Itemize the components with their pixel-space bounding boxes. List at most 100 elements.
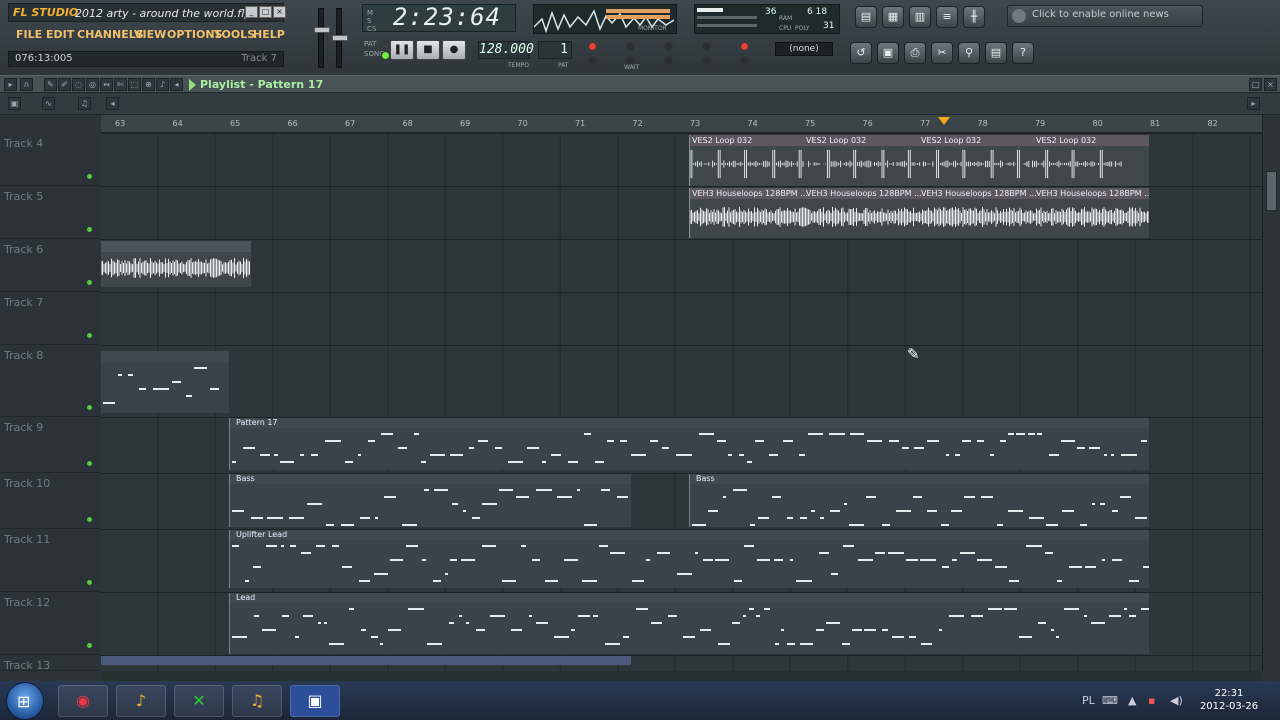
step-sequencer-button[interactable]: ▦ (882, 6, 904, 28)
menu-file[interactable]: FILE (16, 28, 42, 41)
undo-button[interactable]: ↺ (850, 42, 872, 64)
option-led-7[interactable] (702, 56, 711, 65)
track-mute-led[interactable] (87, 174, 92, 179)
track-header[interactable]: Track 4 (0, 133, 100, 186)
taskbar-app[interactable]: ▣ (290, 685, 340, 717)
tray-expand-icon[interactable]: ▲ (1128, 694, 1136, 707)
option-led-8[interactable] (740, 42, 749, 51)
render-button[interactable]: ⎙ (904, 42, 926, 64)
zoom-tool-button[interactable]: ⊕ (142, 78, 155, 91)
scroll-left-button[interactable]: ◂ (170, 78, 183, 91)
track-mode-button[interactable]: ∿ (42, 97, 55, 110)
master-volume-slider[interactable] (314, 8, 330, 68)
playlist-restore-button[interactable]: □ (1249, 78, 1262, 91)
playlist-title[interactable]: Playlist - Pattern 17 (200, 78, 323, 91)
taskbar-fl-studio-2[interactable]: ♫ (232, 685, 282, 717)
clip-ves2-loop[interactable]: VES2 Loop 032 VES2 Loop 032 VES2 Loop 03… (689, 135, 1149, 186)
mixer-button[interactable]: ╫ (963, 6, 985, 28)
track-header[interactable]: Track 9 (0, 417, 100, 473)
pattern-number[interactable]: 1 (538, 41, 572, 59)
draw-tool-button[interactable]: ✎ (44, 78, 57, 91)
vertical-scrollbar[interactable] (1262, 115, 1280, 671)
snap-selector[interactable]: (none) (775, 42, 833, 56)
taskbar-chrome[interactable]: ◉ (58, 685, 108, 717)
paint-tool-button[interactable]: ✐ (58, 78, 71, 91)
clip-pattern-17[interactable]: Pattern 17 (229, 417, 1149, 470)
scroll-prev-button[interactable]: ◂ (106, 97, 119, 110)
clip-uplifter-lead[interactable]: Uplifter Lead (229, 529, 1149, 588)
network-icon[interactable]: ▪ (1148, 694, 1155, 707)
timeline-ruler[interactable]: 63 64 65 66 67 68 69 70 71 72 73 74 75 76 77 78 79 80 81 82 (101, 115, 1262, 133)
track-mute-led[interactable] (87, 643, 92, 648)
start-button[interactable]: ⊞ (6, 682, 44, 720)
restore-button[interactable]: □ (259, 6, 272, 18)
playback-tool-button[interactable]: ♪ (156, 78, 169, 91)
clip-track8-pattern[interactable] (101, 351, 229, 413)
playlist-menu-button[interactable]: ▸ (4, 78, 17, 91)
track-header[interactable]: Track 6 (0, 239, 100, 292)
clip-sweep-audio[interactable] (101, 241, 251, 287)
menu-help[interactable]: HELP (253, 28, 285, 41)
slice-tool-button[interactable]: ✄ (114, 78, 127, 91)
song-time-display[interactable]: M S CS 2:23:64 (362, 3, 516, 33)
vertical-scroll-thumb[interactable] (1266, 171, 1277, 211)
clip-bass-1[interactable]: Bass (229, 473, 631, 527)
note-button[interactable]: ♫ (78, 97, 91, 110)
track-mute-led[interactable] (87, 280, 92, 285)
help-button[interactable]: ? (1012, 42, 1034, 64)
playback-position-marker[interactable] (938, 117, 950, 125)
save-button[interactable]: ▣ (877, 42, 899, 64)
tempo-display[interactable]: 128.000 (478, 41, 534, 59)
close-button[interactable]: × (273, 6, 286, 18)
taskbar-fl-studio[interactable]: ♪ (116, 685, 166, 717)
track-header[interactable]: Track 11 (0, 529, 100, 592)
play-button[interactable]: ❚❚ (390, 40, 414, 60)
volume-icon[interactable]: ◀) (1170, 694, 1183, 707)
track-mute-led[interactable] (87, 333, 92, 338)
zoom-button[interactable]: ⚲ (958, 42, 980, 64)
option-led-6[interactable] (702, 42, 711, 51)
track-header[interactable]: Track 12 (0, 592, 100, 655)
playlist-close-button[interactable]: × (1264, 78, 1277, 91)
cut-button[interactable]: ✂ (931, 42, 953, 64)
option-led-4[interactable] (664, 42, 673, 51)
snap-button[interactable]: ∩ (20, 78, 33, 91)
master-pitch-slider[interactable] (332, 8, 348, 68)
select-tool-button[interactable]: ⬚ (128, 78, 141, 91)
menu-tools[interactable]: TOOLS (214, 28, 255, 41)
minimize-button[interactable]: _ (245, 6, 258, 18)
song-mode-led[interactable] (381, 51, 390, 60)
taskbar-clock[interactable]: 22:31 2012-03-26 (1198, 687, 1260, 713)
track-mute-led[interactable] (87, 405, 92, 410)
piano-roll-button[interactable]: ▥ (909, 6, 931, 28)
fl-logo[interactable]: FL STUDIO (13, 6, 78, 19)
project-info-button[interactable]: ▤ (985, 42, 1007, 64)
clip-veh3-houseloops[interactable]: VEH3 Houseloops 128BPM ... VEH3 Houseloo… (689, 188, 1149, 238)
record-led[interactable] (588, 42, 597, 51)
mute-tool-button[interactable]: ◎ (86, 78, 99, 91)
option-led-2[interactable] (626, 42, 635, 51)
online-news-bar[interactable]: Click to enable online news (1007, 5, 1203, 27)
menu-view[interactable]: VIEW (134, 28, 166, 41)
track-header[interactable]: Track 7 (0, 292, 100, 345)
browser-button[interactable]: ≡ (936, 6, 958, 28)
track-header[interactable]: Track 10 (0, 473, 100, 529)
track-mute-led[interactable] (87, 580, 92, 585)
taskbar-excel[interactable]: ✕ (174, 685, 224, 717)
option-led-9[interactable] (740, 56, 749, 65)
playlist-grid[interactable]: VES2 Loop 032 VES2 Loop 032 VES2 Loop 03… (101, 133, 1262, 671)
pat-mode-led[interactable] (381, 41, 390, 50)
option-led-5[interactable] (664, 56, 673, 65)
track-header[interactable]: Track 8 (0, 345, 100, 417)
track-mute-led[interactable] (87, 461, 92, 466)
language-indicator[interactable]: PL (1082, 694, 1095, 707)
slip-tool-button[interactable]: ↭ (100, 78, 113, 91)
clip-bass-2[interactable]: Bass (689, 473, 1149, 527)
track-mute-led[interactable] (87, 227, 92, 232)
option-led-1[interactable] (588, 56, 597, 65)
menu-edit[interactable]: EDIT (46, 28, 74, 41)
stop-button[interactable]: ■ (416, 40, 440, 60)
keyboard-icon[interactable]: ⌨ (1102, 694, 1118, 707)
delete-tool-button[interactable]: ◌ (72, 78, 85, 91)
clip-track13[interactable] (101, 655, 631, 665)
